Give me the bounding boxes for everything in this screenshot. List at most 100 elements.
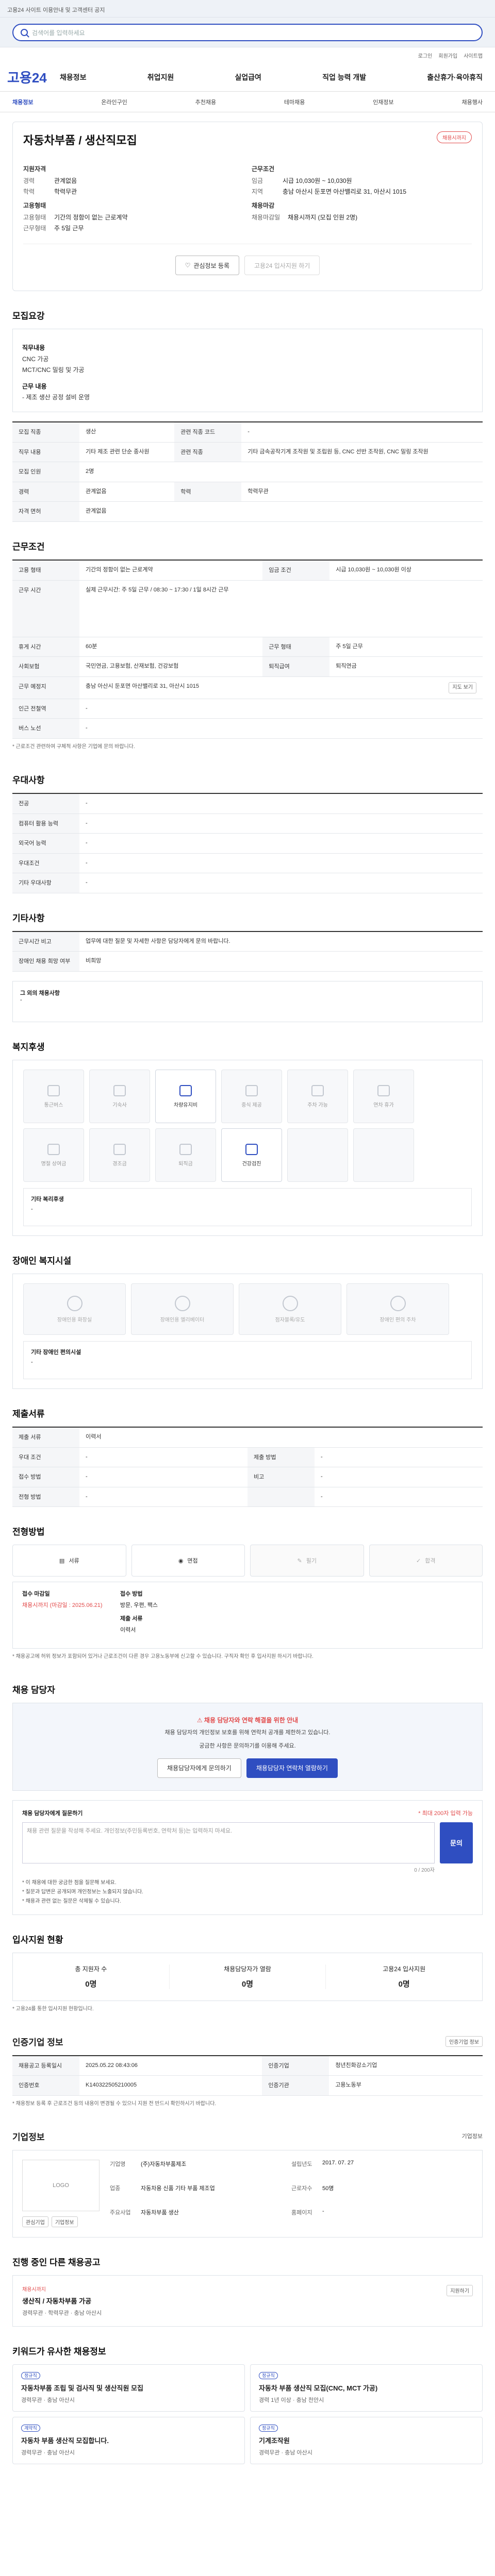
recommend-card[interactable]: 정규직 기계조작원 경력무관 · 충남 아산시 <box>250 2416 483 2464</box>
field-value: 관계없음 <box>54 177 77 184</box>
job-summary-card: 채용시까지 자동차부품 / 생산직모집 지원자격 경력 관계없음 학력 학력무관 고… <box>12 122 483 291</box>
row-value: 이력서 <box>79 1427 483 1448</box>
favorite-button[interactable]: ♡ 관심정보 등록 <box>175 256 239 275</box>
row-label: 제출 서류 <box>12 1427 79 1448</box>
row-value: - <box>79 699 483 719</box>
post-note: * 채용정보 등록 후 근로조건 등의 내용이 변경될 수 있으니 지원 전 반… <box>12 2100 217 2107</box>
subnav-item[interactable]: 채용행사 <box>461 98 482 106</box>
section-title: 키워드가 유사한 채용정보 <box>12 2346 106 2357</box>
doc-table: 제출 서류 이력서 우대 조건 - 제출 방법 - 접수 방법 - 비고 - 전형 방법 - - <box>12 1427 483 1507</box>
table-row: 기타 우대사항 - <box>12 873 483 893</box>
question-textarea[interactable]: 채용 관련 질문을 작성해 주세요. 개인정보(주민등록번호, 연락처 등)는 … <box>22 1822 435 1863</box>
field-label: 채용마감일 <box>252 214 280 221</box>
menu-item[interactable]: 출산휴가·육아휴직 <box>424 72 486 82</box>
stat-label: 고용24 입사지원 <box>383 1965 426 1973</box>
subnav-item[interactable]: 채용정보 <box>12 98 33 106</box>
row-value: 자동차용 신품 기타 부품 제조업 <box>141 2185 215 2192</box>
recruit-table: 모집 직종 생산 관련 직종 코드 - 직무 내용 기타 제조 관련 단순 종사원 관련 … <box>12 421 483 522</box>
subnav-item[interactable]: 온라인구인 <box>101 98 127 106</box>
section-title: 우대사항 <box>12 775 45 785</box>
view-contact-button[interactable]: 채용담당자 연락처 열람하기 <box>246 1758 338 1778</box>
row-label: 기업명 <box>110 2161 126 2167</box>
job-title: 자동차부품 / 생산직모집 <box>23 134 137 147</box>
form-title: 채용 담당자에게 질문하기 <box>22 1810 83 1817</box>
welfare-icon <box>245 1084 258 1096</box>
detail-label: 접수 마감일 <box>22 1591 50 1598</box>
condition-block: 근무조건 임금 시급 10,030원 ~ 10,030원 지역 충남 아산시 둔포면… <box>252 159 472 234</box>
recommend-card[interactable]: 계약직 자동차 부품 생산직 모집합니다. 경력무관 · 충남 아산시 <box>12 2416 245 2464</box>
button-label: 관심정보 등록 <box>193 262 229 269</box>
subnav-item[interactable]: 테마채용 <box>284 98 305 106</box>
recommend-card[interactable]: 정규직 자동차부품 조립 및 검사직 및 생산직원 모집 경력무관 · 충남 아산시 <box>12 2364 245 2412</box>
map-button[interactable]: 지도 보기 <box>449 682 476 693</box>
row-label: 장애인 채용 희망 여부 <box>12 951 79 972</box>
submit-question-button[interactable]: 문의 <box>440 1822 473 1863</box>
post-table: 채용공고 등록일시 2025.05.22 08:43:06 인증기업 청년친화강소기업… <box>12 2055 483 2096</box>
recommend-card[interactable]: 정규직 자동차 부품 생산직 모집(CNC, MCT 가공) 경력 1년 이상 · … <box>250 2364 483 2412</box>
table-row: 전공 - <box>12 793 483 814</box>
row-value: - <box>79 833 483 854</box>
row-label: 외국어 능력 <box>12 833 79 854</box>
row-label: 채용공고 등록일시 <box>12 2055 79 2076</box>
row-label: 근무시간 비고 <box>12 931 79 952</box>
job-title[interactable]: 생산직 / 자동차부품 가공 <box>22 2296 102 2306</box>
table-row: 외국어 능력 - <box>12 833 483 854</box>
job-title[interactable]: 기계조작원 <box>259 2435 474 2445</box>
stats-note: * 고용24를 통한 입사지원 현황입니다. <box>12 2006 94 2012</box>
row-label: 업종 <box>110 2185 121 2192</box>
field-value: 학력무관 <box>54 188 77 195</box>
row-label: 설립년도 <box>291 2161 312 2167</box>
detail-value: 이력서 <box>120 1627 136 1634</box>
welfare-label: 통근버스 <box>44 1102 63 1108</box>
subnav-item[interactable]: 추천채용 <box>195 98 216 106</box>
facility-icon <box>390 1295 406 1311</box>
join-link[interactable]: 회원가입 <box>438 52 457 59</box>
table-row: 근무시간 비고 업무에 대한 질문 및 자세한 사항은 담당자에게 문의 바랍니다… <box>12 931 483 952</box>
apply-link-button[interactable]: 지원하기 <box>447 2284 473 2296</box>
apply-button[interactable]: 고용24 입사지원 하기 <box>244 256 320 275</box>
other-table: 근무시간 비고 업무에 대한 질문 및 자세한 사항은 담당자에게 문의 바랍니다… <box>12 930 483 972</box>
search-input[interactable]: 검색어를 입력하세요 <box>12 24 483 41</box>
etc-label: 기타 장애인 편의시설 <box>31 1349 81 1356</box>
row-label: 비고 <box>248 1467 315 1487</box>
menu-item[interactable]: 취업지원 <box>144 72 177 82</box>
welfare-icon <box>47 1143 60 1155</box>
search-icon[interactable] <box>21 29 28 36</box>
section-title: 인증기업 정보 <box>12 2037 63 2047</box>
cert-info-button[interactable]: 인증기업 정보 <box>446 2036 483 2047</box>
similar-job-card[interactable]: 채용시까지 생산직 / 자동차부품 가공 경력무관 · 학력무관 · 충남 아산… <box>12 2275 483 2327</box>
login-link[interactable]: 로그인 <box>418 52 433 59</box>
fav-company-button[interactable]: 관심기업 <box>22 2216 48 2227</box>
menu-item[interactable]: 실업급여 <box>232 72 265 82</box>
alert-text: 채용 담당자와 연락 해결을 위한 안내 <box>204 1717 299 1724</box>
step-label: 합격 <box>425 1558 436 1565</box>
table-row: 자격 면허 관계없음 <box>12 501 483 522</box>
detail-label: 제출 서류 <box>120 1616 143 1622</box>
field-value: 채용시까지 (모집 인원 2명) <box>288 214 358 221</box>
stat-value: 0명 <box>241 1979 254 1989</box>
job-title[interactable]: 자동차 부품 생산직 모집(CNC, MCT 가공) <box>259 2383 474 2393</box>
job-meta: 경력무관 · 충남 아산시 <box>21 2397 75 2403</box>
sitemap-link[interactable]: 사이트맵 <box>464 52 483 59</box>
row-label: 자격 면허 <box>12 501 79 522</box>
table-row: 직무 내용 기타 제조 관련 단순 종사원 관련 직종 기타 금속공작기계 조작원 및… <box>12 442 483 463</box>
job-title[interactable]: 자동차부품 조립 및 검사직 및 생산직원 모집 <box>21 2383 236 2393</box>
company-info-button[interactable]: 기업정보 <box>51 2216 78 2227</box>
section-title: 장애인 복지시설 <box>12 1256 72 1266</box>
subnav-item[interactable]: 인재정보 <box>373 98 393 106</box>
welfare-label: 명절 상여금 <box>41 1161 67 1167</box>
row-label: 근무 예정지 <box>12 676 79 699</box>
menu-item[interactable]: 직업 능력 개발 <box>319 72 369 82</box>
row-label: 주요사업 <box>110 2210 131 2216</box>
global-nav: 고용24 채용정보 취업지원 실업급여 직업 능력 개발 출산휴가·육아휴직 <box>0 63 495 92</box>
welfare-icon <box>113 1143 126 1155</box>
menu-item[interactable]: 채용정보 <box>57 72 90 82</box>
row-label: 학력 <box>174 482 242 502</box>
inquiry-button[interactable]: 채용담당자에게 문의하기 <box>157 1758 241 1778</box>
site-logo[interactable]: 고용24 <box>5 67 57 87</box>
facility-icon <box>67 1295 82 1311</box>
job-title[interactable]: 자동차 부품 생산직 모집합니다. <box>21 2435 236 2445</box>
company-more-link[interactable]: 기업정보 <box>462 2132 483 2140</box>
sub-nav: 채용정보 온라인구인 추천채용 테마채용 인재정보 채용행사 <box>0 92 495 112</box>
stat-value: 0명 <box>85 1979 97 1989</box>
